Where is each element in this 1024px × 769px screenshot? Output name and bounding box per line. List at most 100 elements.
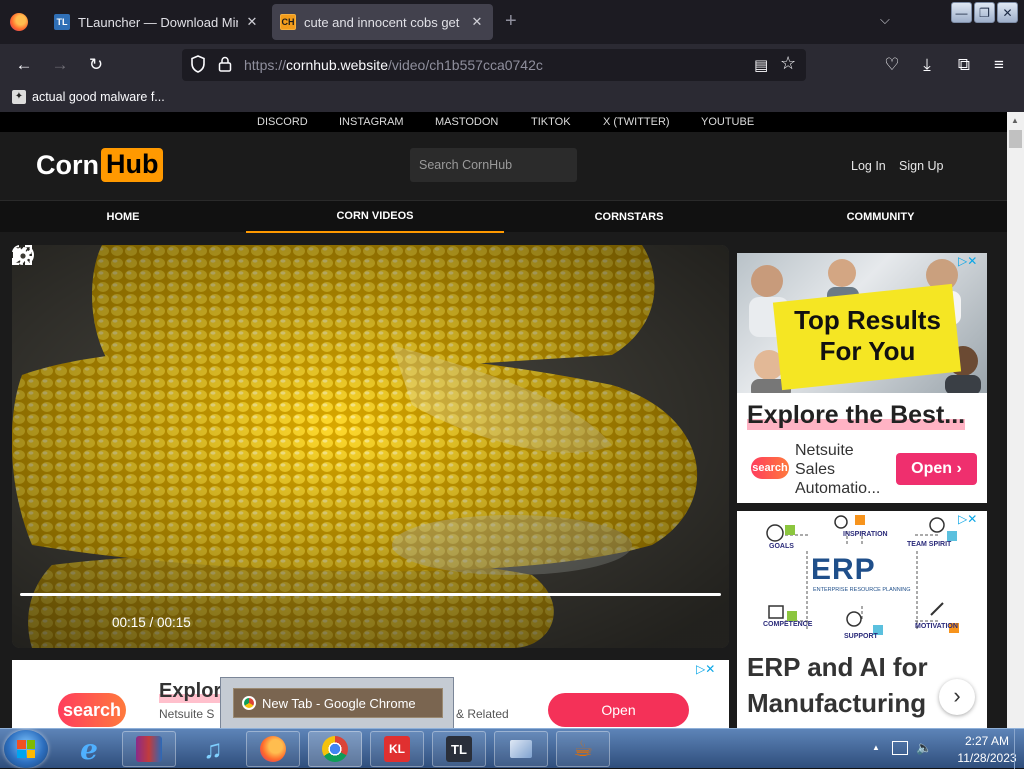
show-desktop-button[interactable]: [1014, 729, 1024, 769]
chrome-icon: [242, 696, 256, 710]
fullscreen-icon[interactable]: [12, 245, 32, 265]
downloads-icon[interactable]: ⤓: [915, 54, 939, 76]
logo-part-hub: Hub: [101, 148, 164, 182]
url-text[interactable]: https://cornhub.website/video/ch1b557cca…: [244, 57, 543, 73]
extensions-icon[interactable]: ⧉: [952, 54, 976, 76]
taskbar-network-app[interactable]: [494, 731, 548, 767]
tlauncher-icon: TL: [446, 736, 472, 762]
ad-headline-line2: Manufacturing: [747, 688, 927, 718]
volume-muted-icon[interactable]: 🔈: [916, 740, 932, 756]
main-navigation: HOME CORN VIDEOS CORNSTARS COMMUNITY: [0, 200, 1007, 233]
new-tab-plus-icon[interactable]: +: [505, 10, 517, 33]
erp-label: INSPIRATION: [843, 531, 888, 538]
sidebar-ad-top-results[interactable]: Top Results For You ▷✕ Explore the Best.…: [737, 253, 987, 503]
tab-title: TLauncher — Download Minecraft: [78, 14, 238, 30]
tracking-shield-icon[interactable]: [190, 55, 206, 73]
signup-link[interactable]: Sign Up: [899, 159, 943, 173]
taskbar-winrar[interactable]: [122, 731, 176, 767]
itunes-icon: ♫: [203, 733, 223, 764]
social-links-bar: DISCORD INSTAGRAM MASTODON TIKTOK X (TWI…: [0, 112, 1007, 132]
ad-headline: Top Results For You: [794, 305, 941, 366]
social-link-x-twitter[interactable]: X (TWITTER): [603, 116, 670, 128]
social-link-youtube[interactable]: YOUTUBE: [701, 116, 754, 128]
pocket-icon[interactable]: ♡: [880, 54, 904, 76]
erp-label: TEAM SPIRIT: [907, 541, 952, 548]
ad-title: Explor: [159, 680, 222, 703]
page-scrollbar[interactable]: ▲: [1007, 112, 1024, 728]
social-link-instagram[interactable]: INSTAGRAM: [339, 116, 404, 128]
scroll-up-arrow-icon[interactable]: ▲: [1011, 116, 1019, 125]
winrar-icon: [136, 736, 162, 762]
nav-cornstars[interactable]: CORNSTARS: [504, 201, 754, 233]
window-restore-button[interactable]: ❐: [974, 2, 995, 23]
internet-explorer-icon: e: [80, 732, 98, 766]
erp-logo-subtitle: ENTERPRISE RESOURCE PLANNING: [813, 587, 911, 593]
back-arrow-icon[interactable]: ←: [12, 54, 36, 76]
reader-view-icon[interactable]: ▤: [754, 56, 770, 74]
nav-corn-videos[interactable]: CORN VIDEOS: [246, 201, 504, 233]
cornhub-favicon-icon: CH: [280, 14, 296, 30]
close-tab-icon[interactable]: ✕: [469, 14, 485, 30]
windows-logo-icon: [17, 740, 35, 758]
tab-tlauncher[interactable]: TL TLauncher — Download Minecraft ✕: [46, 4, 268, 40]
nav-community[interactable]: COMMUNITY: [754, 201, 1007, 233]
clock-date[interactable]: 11/28/2023: [952, 751, 1022, 765]
adchoices-icon[interactable]: ▷✕: [958, 254, 977, 268]
web-page: DISCORD INSTAGRAM MASTODON TIKTOK X (TWI…: [0, 112, 1007, 728]
clock-time[interactable]: 2:27 AM: [952, 734, 1022, 748]
ad-next-arrow-icon[interactable]: ›: [939, 679, 975, 715]
ad-headline-line1: ERP and AI for: [747, 652, 928, 682]
sidebar-ad-erp[interactable]: ▷✕ GOALS INSPIRATION TEAM SPIRIT COMPETE…: [737, 511, 987, 728]
nav-home[interactable]: HOME: [0, 201, 246, 233]
video-time: 00:15 / 00:15: [112, 615, 191, 630]
ad-related-text: & Related: [456, 707, 509, 721]
show-hidden-icons-icon[interactable]: ▲: [872, 743, 880, 752]
tab-cornhub[interactable]: CH cute and innocent cobs get BOILED ✕: [272, 4, 493, 40]
bookmark-favicon-icon: ✦: [12, 90, 26, 104]
social-link-discord[interactable]: DISCORD: [257, 116, 308, 128]
close-tab-icon[interactable]: ✕: [244, 14, 260, 30]
navigation-toolbar: ← → ↻ https://cornhub.website/video/ch1b…: [0, 44, 1024, 86]
taskbar-java[interactable]: ☕: [556, 731, 610, 767]
taskbar-chrome[interactable]: [308, 731, 362, 767]
window-minimize-button[interactable]: —: [951, 2, 972, 23]
popup-label: New Tab - Google Chrome: [262, 695, 416, 711]
bookmark-item[interactable]: ✦ actual good malware f...: [12, 90, 165, 104]
login-link[interactable]: Log In: [851, 159, 886, 173]
url-bar[interactable]: https://cornhub.website/video/ch1b557cca…: [182, 49, 806, 81]
video-progress-bar[interactable]: [20, 593, 721, 596]
taskbar-itunes[interactable]: ♫: [186, 731, 240, 767]
network-app-icon: [510, 740, 532, 758]
start-button[interactable]: [4, 730, 48, 768]
video-player[interactable]: 00:15 / 00:15: [12, 245, 729, 648]
window-close-button[interactable]: ✕: [997, 2, 1018, 23]
social-link-mastodon[interactable]: MASTODON: [435, 116, 498, 128]
scrollbar-thumb[interactable]: [1009, 130, 1022, 148]
taskbar-kl-app[interactable]: KL: [370, 731, 424, 767]
site-logo[interactable]: Corn Hub: [36, 148, 164, 182]
erp-logo: ERP: [811, 553, 876, 586]
taskbar-internet-explorer[interactable]: e: [62, 731, 116, 767]
network-icon[interactable]: [892, 741, 908, 755]
ad-search-logo: search: [751, 457, 789, 479]
taskbar-thumbnail-popup[interactable]: New Tab - Google Chrome: [220, 677, 454, 729]
firefox-menu-icon[interactable]: [10, 13, 28, 31]
lock-icon[interactable]: [218, 56, 232, 72]
video-frame-corn-image: [12, 245, 729, 648]
chrome-window-preview[interactable]: New Tab - Google Chrome: [233, 688, 443, 718]
adchoices-icon[interactable]: ▷✕: [696, 662, 715, 676]
taskbar-firefox[interactable]: [246, 731, 300, 767]
social-link-tiktok[interactable]: TIKTOK: [531, 116, 571, 128]
bookmark-star-icon[interactable]: ☆: [780, 53, 796, 74]
chrome-icon: [322, 736, 348, 762]
ad-search-logo: search: [58, 693, 126, 727]
taskbar-tlauncher[interactable]: TL: [432, 731, 486, 767]
ad-open-button[interactable]: Open: [548, 693, 689, 727]
reload-icon[interactable]: ↻: [84, 54, 108, 76]
hamburger-menu-icon[interactable]: ≡: [987, 54, 1011, 76]
site-search-input[interactable]: [410, 148, 577, 182]
list-all-tabs-chevron-icon[interactable]: ⌵: [880, 12, 890, 28]
ad-open-button[interactable]: Open ›: [896, 453, 977, 485]
windows-taskbar: e ♫ KL TL ☕ ▲ 🔈 2:27 AM 11/28/2023: [0, 728, 1024, 769]
forward-arrow-icon[interactable]: →: [48, 54, 72, 76]
